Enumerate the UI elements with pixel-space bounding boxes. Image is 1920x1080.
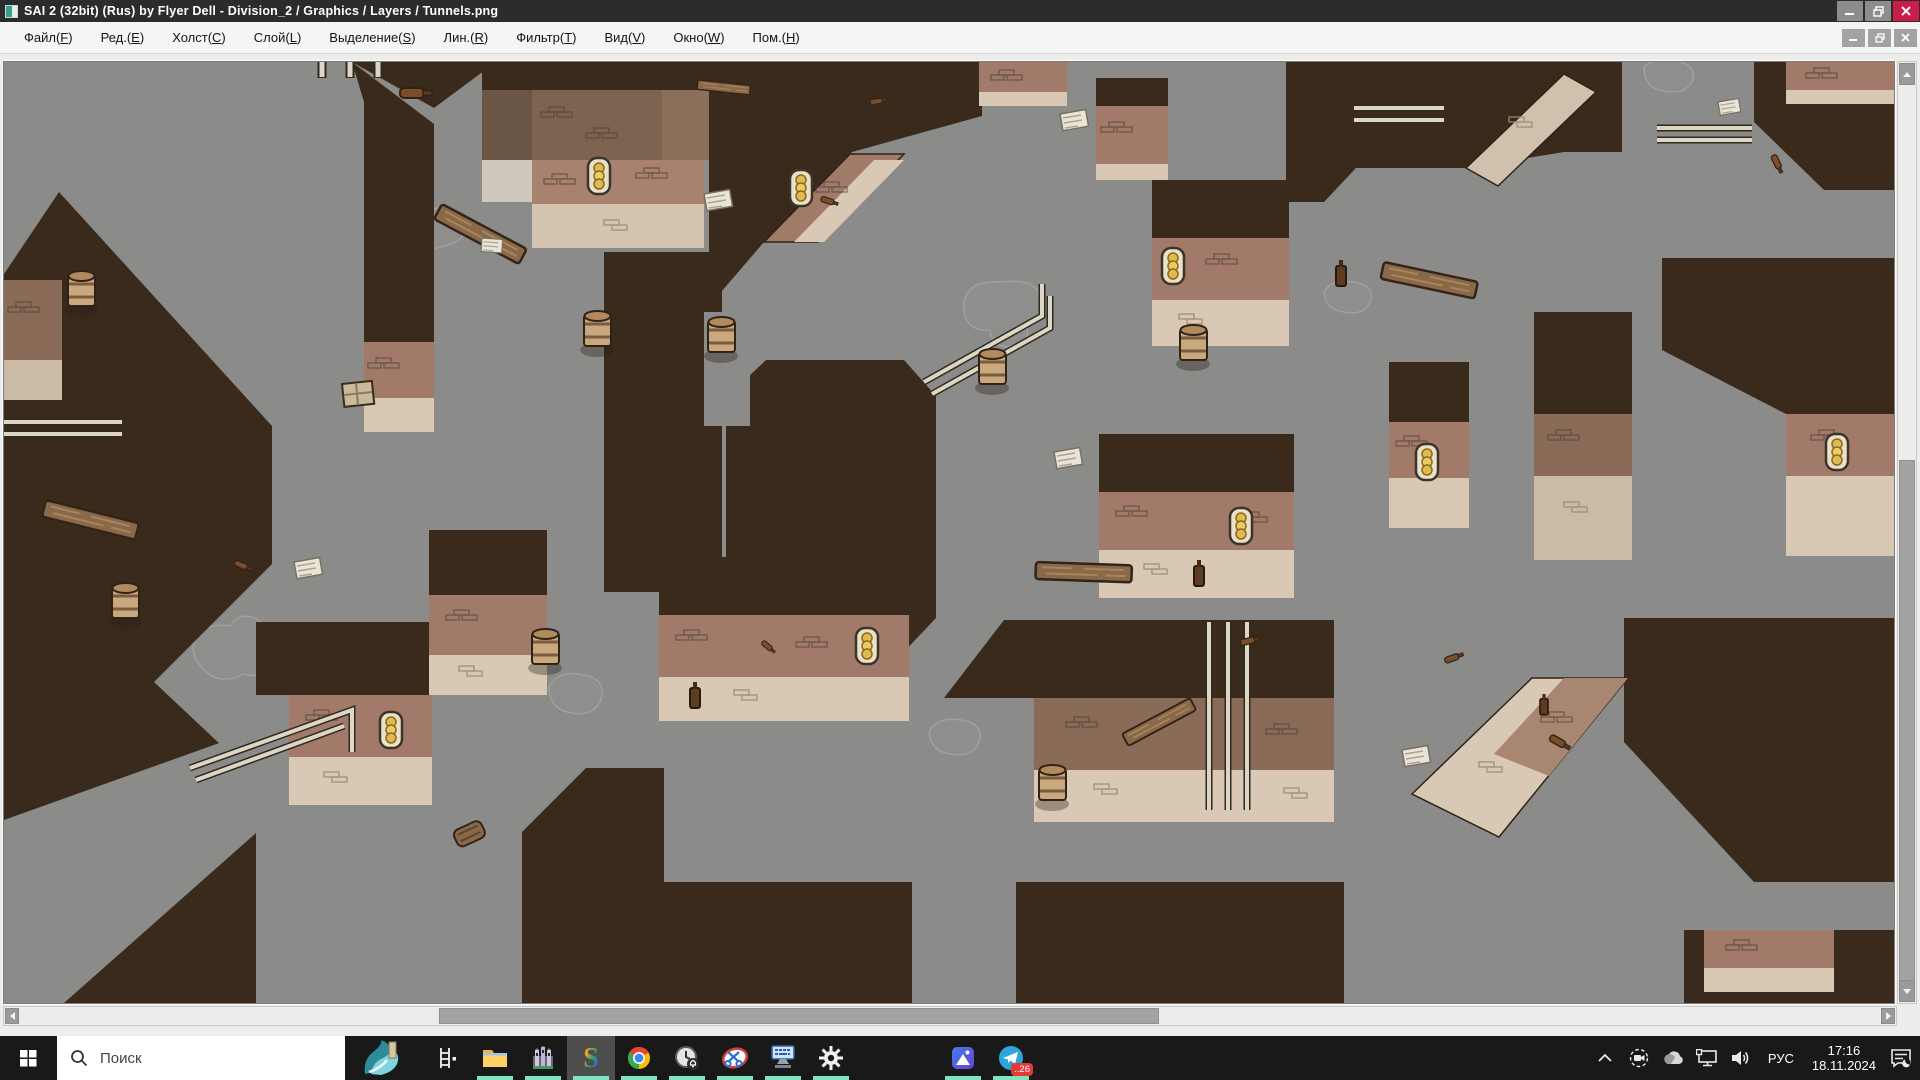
menu-window[interactable]: Окно(W) — [659, 22, 738, 53]
taskbar-spacer — [855, 1036, 939, 1080]
menu-filter[interactable]: Фильтр(T) — [502, 22, 590, 53]
tray-language-indicator[interactable]: РУС — [1762, 1051, 1800, 1066]
sai2-icon: S — [577, 1043, 605, 1073]
taskbar-app-file-explorer[interactable] — [471, 1036, 519, 1080]
svg-text:S: S — [583, 1043, 599, 1073]
running-indicator — [477, 1076, 513, 1080]
running-indicator — [717, 1076, 753, 1080]
running-indicator — [813, 1076, 849, 1080]
menu-bar: Файл(F) Ред.(E) Холст(C) Слой(L) Выделен… — [0, 22, 1920, 54]
tray-date: 18.11.2024 — [1812, 1058, 1876, 1073]
tray-onedrive[interactable] — [1660, 1045, 1686, 1071]
speaker-icon — [1731, 1049, 1751, 1067]
tray-volume[interactable] — [1728, 1045, 1754, 1071]
video-camera-icon — [1629, 1048, 1649, 1068]
network-icon — [1696, 1049, 1718, 1067]
telegram-unread-badge: ..26 — [1011, 1063, 1033, 1076]
tray-meet-now[interactable] — [1626, 1045, 1652, 1071]
chevron-up-icon — [1598, 1053, 1612, 1063]
system-tray: РУС 17:16 18.11.2024 — [1592, 1036, 1920, 1080]
taskbar-app-photos[interactable] — [939, 1036, 987, 1080]
start-button[interactable] — [0, 1036, 57, 1080]
menu-view[interactable]: Вид(V) — [591, 22, 660, 53]
search-input[interactable]: Поиск — [57, 1036, 345, 1080]
menu-canvas[interactable]: Холст(C) — [158, 22, 240, 53]
vertical-scroll-thumb[interactable] — [1899, 460, 1915, 988]
window-title: SAI 2 (32bit) (Rus) by Flyer Dell - Divi… — [24, 4, 498, 18]
menu-help[interactable]: Пом.(H) — [739, 22, 814, 53]
task-view-icon — [436, 1047, 458, 1069]
tray-time: 17:16 — [1812, 1043, 1876, 1058]
close-button[interactable] — [1893, 1, 1919, 21]
taskbar-app-settings[interactable] — [807, 1036, 855, 1080]
canvas-tunnels-map[interactable] — [3, 61, 1895, 1004]
horizontal-scroll-thumb[interactable] — [439, 1008, 1159, 1024]
sai-app-icon — [5, 5, 18, 18]
taskbar-app-chrome[interactable] — [615, 1036, 663, 1080]
minimize-button[interactable] — [1837, 1, 1863, 21]
on-screen-keyboard-icon — [770, 1045, 796, 1071]
tray-network[interactable] — [1694, 1045, 1720, 1071]
child-close-button[interactable] — [1894, 29, 1917, 47]
child-minimize-button[interactable] — [1842, 29, 1865, 47]
running-indicator — [621, 1076, 657, 1080]
running-indicator — [945, 1076, 981, 1080]
title-bar: SAI 2 (32bit) (Rus) by Flyer Dell - Divi… — [0, 0, 1920, 22]
taskbar: Поиск — [0, 1036, 1920, 1080]
scroll-up-button[interactable] — [1899, 63, 1915, 85]
castle-game-icon — [531, 1046, 555, 1070]
menu-edit[interactable]: Ред.(E) — [87, 22, 159, 53]
running-indicator — [993, 1076, 1029, 1080]
menu-selection[interactable]: Выделение(S) — [315, 22, 429, 53]
menu-layer[interactable]: Слой(L) — [240, 22, 316, 53]
vertical-scrollbar[interactable] — [1897, 61, 1917, 1004]
alarm-clock-icon — [674, 1045, 700, 1071]
photos-icon — [951, 1046, 975, 1070]
horizontal-scrollbar[interactable] — [3, 1006, 1897, 1026]
chrome-icon — [627, 1046, 651, 1070]
tray-clock[interactable]: 17:16 18.11.2024 — [1808, 1043, 1880, 1073]
running-indicator — [669, 1076, 705, 1080]
taskbar-app-osk[interactable] — [759, 1036, 807, 1080]
settings-gear-icon — [819, 1046, 843, 1070]
running-indicator — [573, 1076, 609, 1080]
file-explorer-icon — [482, 1047, 508, 1069]
workspace — [0, 54, 1920, 1036]
onedrive-cloud-icon — [1662, 1050, 1684, 1066]
taskbar-app-alarms[interactable] — [663, 1036, 711, 1080]
menu-ruler[interactable]: Лин.(R) — [430, 22, 503, 53]
widgets-button[interactable] — [345, 1036, 423, 1080]
taskbar-app-telegram[interactable]: ..26 — [987, 1036, 1035, 1080]
scroll-left-button[interactable] — [5, 1008, 19, 1024]
wave-widget-icon — [361, 1038, 407, 1078]
scissors-snip-icon — [722, 1045, 748, 1071]
action-center-button[interactable] — [1888, 1045, 1914, 1071]
scroll-down-button[interactable] — [1899, 980, 1915, 1002]
task-view-button[interactable] — [423, 1036, 471, 1080]
tray-expand-button[interactable] — [1592, 1045, 1618, 1071]
child-restore-button[interactable] — [1868, 29, 1891, 47]
search-icon — [70, 1049, 88, 1067]
action-center-icon — [1890, 1048, 1912, 1068]
search-placeholder: Поиск — [100, 1050, 142, 1067]
tunnels-map-image — [4, 62, 1894, 1003]
restore-button[interactable] — [1865, 1, 1891, 21]
taskbar-app-game[interactable] — [519, 1036, 567, 1080]
scroll-right-button[interactable] — [1881, 1008, 1895, 1024]
running-indicator — [765, 1076, 801, 1080]
menu-file[interactable]: Файл(F) — [10, 22, 87, 53]
taskbar-app-snipping[interactable] — [711, 1036, 759, 1080]
taskbar-app-sai2-active[interactable]: S — [567, 1036, 615, 1080]
windows-logo-icon — [20, 1050, 37, 1067]
running-indicator — [525, 1076, 561, 1080]
